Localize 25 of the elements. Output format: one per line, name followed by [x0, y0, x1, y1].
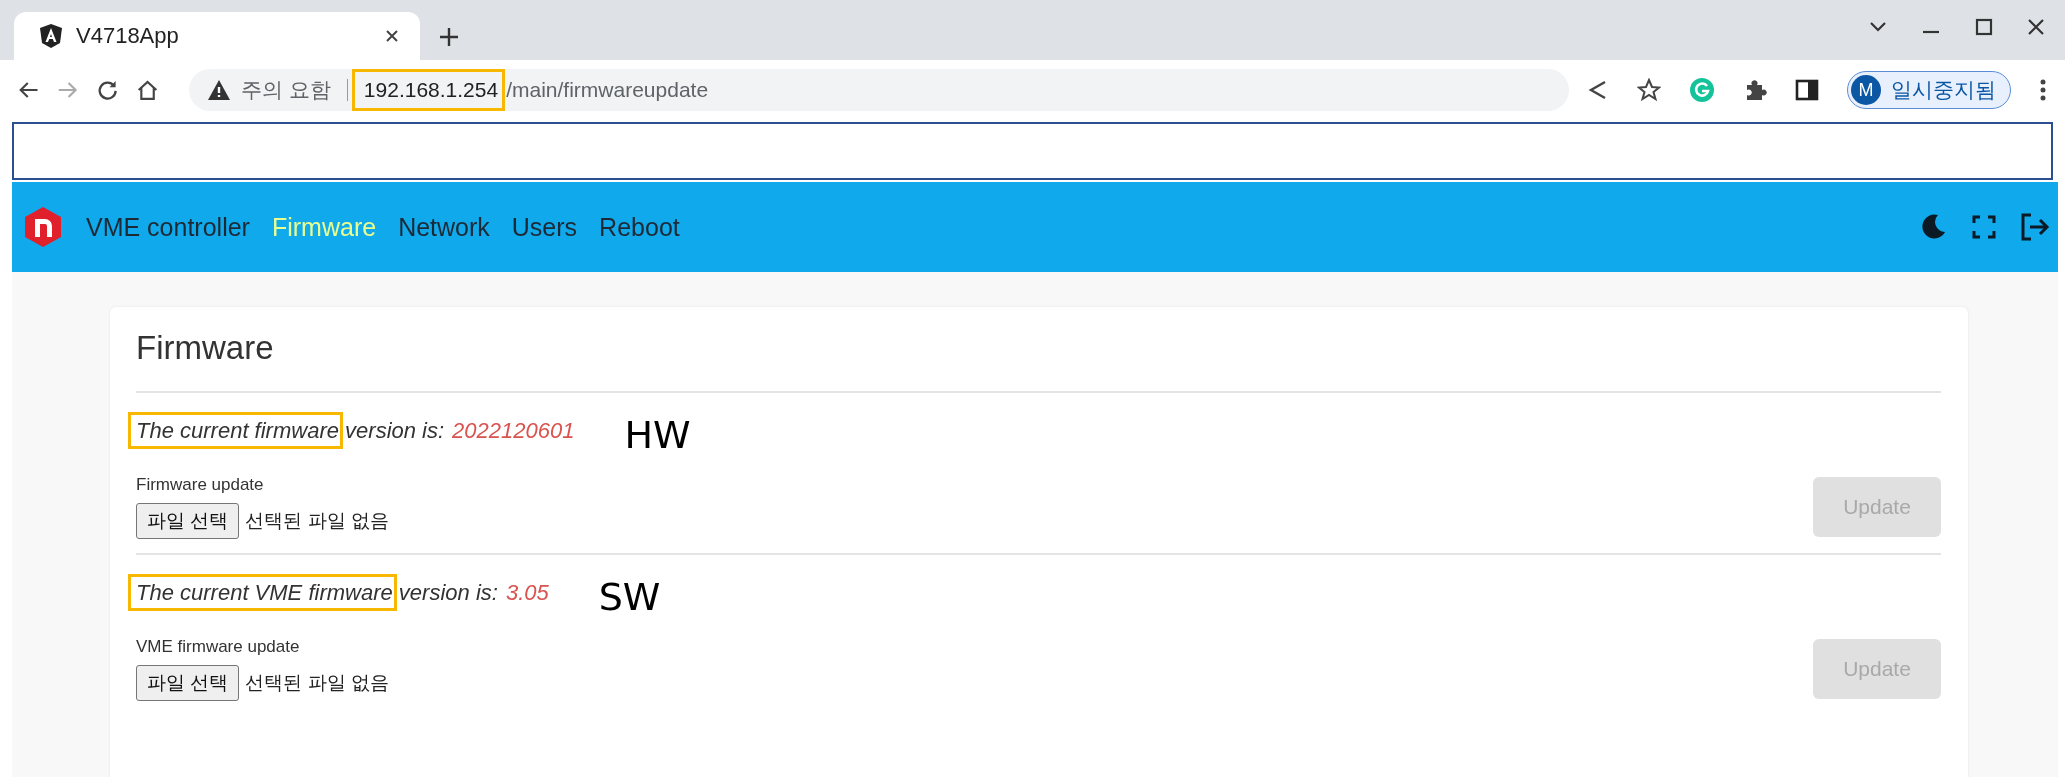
version-value: 3.05 — [505, 580, 549, 606]
address-bar[interactable]: 주의 요함 192.168.1.254 /main/firmwareupdate — [189, 69, 1569, 111]
annotation-label: HW — [624, 413, 691, 457]
file-choose-button[interactable]: 파일 선택 — [136, 503, 240, 539]
nav-link[interactable]: Reboot — [599, 212, 680, 242]
profile-status: 일시중지됨 — [1891, 77, 1996, 103]
version-label: The current firmware version is: — [136, 418, 445, 444]
security-label[interactable]: 주의 요함 — [241, 76, 331, 104]
file-choose-button[interactable]: 파일 선택 — [136, 665, 240, 701]
url-text: 192.168.1.254 /main/firmwareupdate — [363, 78, 709, 102]
browser-tab[interactable]: V4718App — [14, 12, 420, 60]
file-status: 선택된 파일 없음 — [245, 671, 389, 695]
field-label: VME firmware update — [136, 637, 301, 657]
profile-avatar: M — [1851, 75, 1881, 105]
annotation-label: SW — [598, 575, 661, 619]
nav-link[interactable]: Network — [398, 212, 490, 242]
version-value: 2022120601 — [452, 418, 575, 444]
version-label: The current VME firmware version is: — [136, 580, 498, 606]
nav-link[interactable]: Users — [511, 212, 578, 242]
nav-link[interactable]: VME controller — [86, 212, 250, 242]
profile-button[interactable]: M 일시중지됨 — [1847, 71, 2011, 109]
card-title: Firmware — [136, 329, 275, 367]
field-label: Firmware update — [136, 475, 265, 495]
tab-title: V4718App — [76, 23, 180, 49]
file-status: 선택된 파일 없음 — [245, 509, 389, 533]
